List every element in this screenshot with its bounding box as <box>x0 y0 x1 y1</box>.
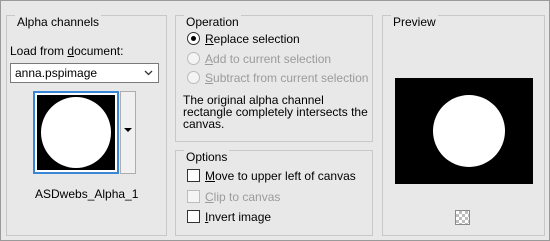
operation-title: Operation <box>184 15 241 29</box>
subtract-from-selection-radio[interactable] <box>187 71 200 84</box>
preview-circle <box>433 95 505 167</box>
preview-image <box>395 78 533 184</box>
document-select[interactable]: anna.pspimage <box>10 63 159 83</box>
invert-image-checkbox[interactable] <box>187 210 200 223</box>
invert-image-label[interactable]: Invert image <box>205 210 271 224</box>
load-from-document-label: Load from document: <box>10 44 124 58</box>
alpha-channel-thumbnail[interactable] <box>33 91 119 174</box>
move-to-upper-left-checkbox[interactable] <box>187 169 200 182</box>
alpha-thumbnail-image <box>37 95 115 170</box>
thumbnail-circle <box>41 97 111 168</box>
checkerboard-pan-icon[interactable] <box>455 210 470 225</box>
preview-title: Preview <box>391 15 438 29</box>
operation-message-line3: canvas. <box>183 117 225 131</box>
thumbnail-dropdown-button[interactable] <box>120 91 136 174</box>
radio-selected-dot <box>191 36 196 41</box>
replace-selection-label[interactable]: Replace selection <box>205 32 300 46</box>
subtract-from-selection-label[interactable]: Subtract from current selection <box>205 71 368 85</box>
alpha-channel-name: ASDwebs_Alpha_1 <box>35 187 139 201</box>
add-to-selection-label[interactable]: Add to current selection <box>205 52 331 66</box>
clip-to-canvas-label[interactable]: Clip to canvas <box>205 190 280 204</box>
alpha-channels-title: Alpha channels <box>15 15 102 29</box>
add-to-selection-radio[interactable] <box>187 52 200 65</box>
options-title: Options <box>184 150 230 164</box>
clip-to-canvas-checkbox[interactable] <box>187 190 200 203</box>
chevron-down-icon <box>144 70 153 76</box>
triangle-down-icon <box>124 128 132 132</box>
move-to-upper-left-label[interactable]: Move to upper left of canvas <box>205 169 356 183</box>
document-select-value: anna.pspimage <box>15 66 98 80</box>
replace-selection-radio[interactable] <box>187 32 200 45</box>
